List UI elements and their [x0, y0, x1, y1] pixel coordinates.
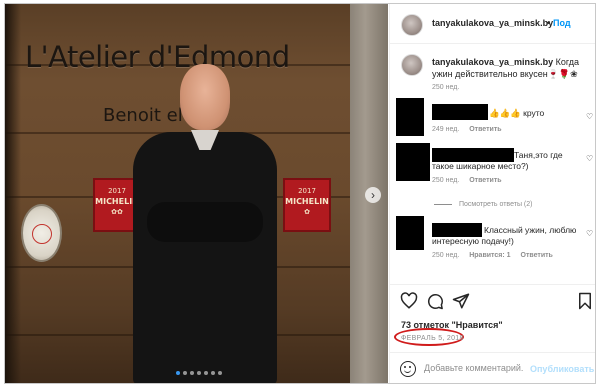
- plaque-mark: MICHELIN: [285, 197, 329, 206]
- michelin-plaque-right: 2017 MICHELIN ✿: [283, 178, 331, 232]
- redacted-username: [432, 104, 488, 120]
- comment-meta: 250 нед. Нравится: 1 Ответить: [432, 252, 553, 259]
- add-comment-row: Опубликовать: [390, 352, 595, 383]
- comment-likes-count[interactable]: Нравится: 1: [469, 252, 510, 259]
- post-side-panel: tanyakulakova_ya_minsk.by • Под tanyakul…: [389, 4, 595, 383]
- comment-time[interactable]: 250 нед.: [432, 177, 459, 184]
- follow-button[interactable]: Под: [553, 18, 571, 28]
- redacted-avatar: [396, 143, 430, 181]
- publish-button[interactable]: Опубликовать: [530, 364, 594, 374]
- comment-like-heart-icon[interactable]: ♡: [586, 229, 593, 238]
- person-head: [180, 64, 230, 130]
- comment-time[interactable]: 250 нед.: [432, 252, 459, 259]
- person-jacket: [133, 132, 277, 383]
- heart-icon[interactable]: [400, 292, 418, 310]
- post-photo[interactable]: L'Atelier d'Edmond Benoit el 2017 MICHEL…: [5, 4, 388, 383]
- award-medallion: [21, 204, 62, 262]
- carousel-dot: [204, 371, 208, 375]
- next-photo-chevron-icon[interactable]: ›: [365, 187, 381, 203]
- comment-text: 👍👍👍 круто: [489, 108, 545, 118]
- redacted-avatar: [396, 98, 424, 136]
- photo-shadow: [5, 4, 21, 383]
- carousel-dot: [197, 371, 201, 375]
- emoji-icon[interactable]: [400, 361, 416, 377]
- plaque-year: 2017: [298, 187, 316, 195]
- header-separator: •: [547, 18, 551, 28]
- comment-input[interactable]: [424, 363, 524, 373]
- bookmark-icon[interactable]: [576, 292, 594, 310]
- comment-like-heart-icon[interactable]: ♡: [586, 112, 593, 121]
- person-crossed-arms: [147, 202, 263, 242]
- share-icon[interactable]: [452, 292, 470, 310]
- carousel-dot: [211, 371, 215, 375]
- comment-reply-button[interactable]: Ответить: [469, 177, 501, 184]
- post-caption: tanyakulakova_ya_minsk.by Когда ужин дей…: [432, 56, 592, 80]
- carousel-dot: [218, 371, 222, 375]
- replies-divider: [434, 203, 452, 205]
- post-header: tanyakulakova_ya_minsk.by • Под: [390, 4, 595, 44]
- view-replies-button[interactable]: Посмотреть ответы (2): [434, 201, 532, 208]
- carousel-dot: [176, 371, 180, 375]
- carousel-dot: [183, 371, 187, 375]
- caption-avatar[interactable]: [401, 54, 423, 76]
- comment-like-heart-icon[interactable]: ♡: [586, 154, 593, 163]
- plaque-emblem-icon: ✿: [304, 208, 310, 216]
- post-date[interactable]: ФЕВРАЛЬ 5, 2018: [401, 335, 464, 342]
- view-replies-label: Посмотреть ответы (2): [458, 201, 533, 208]
- caption-username[interactable]: tanyakulakova_ya_minsk.by: [432, 57, 553, 67]
- redacted-avatar: [396, 216, 424, 250]
- person-figure: [123, 60, 283, 383]
- author-avatar[interactable]: [401, 14, 423, 36]
- comment-icon[interactable]: [426, 292, 444, 310]
- carousel-dot: [190, 371, 194, 375]
- comment-meta: 249 нед. Ответить: [432, 126, 502, 133]
- comment-text: Таня,это где такое шикарное место?): [432, 150, 563, 171]
- comment-time[interactable]: 249 нед.: [432, 126, 459, 133]
- author-username[interactable]: tanyakulakova_ya_minsk.by: [432, 18, 553, 28]
- comment-meta: 250 нед. Ответить: [432, 177, 502, 184]
- carousel-dots: [176, 371, 222, 375]
- comment-reply-button[interactable]: Ответить: [469, 126, 501, 133]
- caption-time[interactable]: 250 нед.: [432, 84, 459, 91]
- medallion-emblem: [32, 224, 52, 244]
- comment-reply-button[interactable]: Ответить: [521, 252, 553, 259]
- comment-text: Классный ужин, люблю интересную подачу!): [432, 225, 577, 246]
- instagram-post-frame: L'Atelier d'Edmond Benoit el 2017 MICHEL…: [4, 3, 596, 384]
